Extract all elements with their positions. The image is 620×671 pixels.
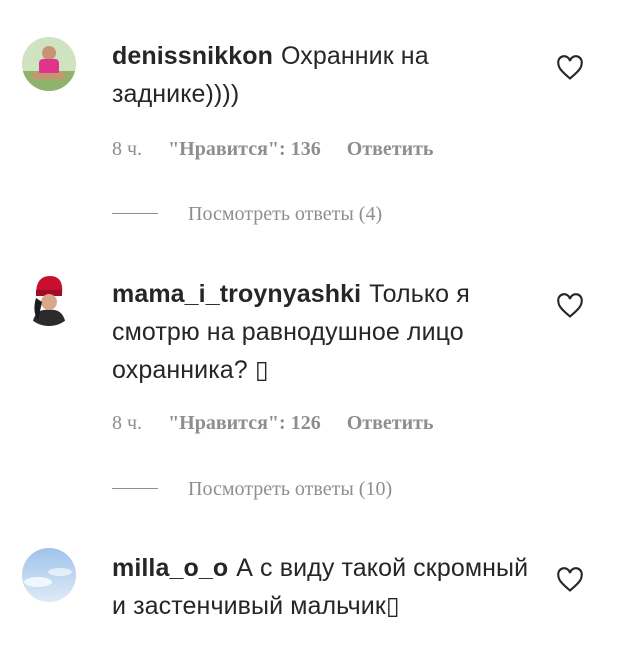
reply-button[interactable]: Ответить — [347, 412, 434, 434]
avatar[interactable] — [22, 548, 76, 602]
replies-divider — [112, 212, 158, 214]
comment-text-block: mama_i_troynyashki Только я смотрю на рав… — [112, 275, 532, 389]
comment-meta: 8 ч. "Нравится": 126 Ответить — [112, 412, 434, 435]
comment-username[interactable]: denissnikkon — [112, 42, 273, 70]
avatar-image — [22, 37, 76, 91]
comment-username[interactable]: mama_i_troynyashki — [112, 280, 361, 308]
avatar[interactable] — [22, 37, 76, 91]
replies-divider — [112, 487, 158, 489]
comment-text-block: milla_o_o А с виду такой скромный и засте… — [112, 549, 532, 625]
comment-text-block: denissnikkon Охранник на заднике)))) — [112, 37, 532, 113]
view-replies-button[interactable]: Посмотреть ответы (10) — [112, 478, 392, 501]
comment-username[interactable]: milla_o_o — [112, 554, 228, 582]
avatar-image — [22, 272, 76, 326]
view-replies-label[interactable]: Посмотреть ответы (4) — [188, 203, 382, 225]
like-heart-icon[interactable] — [556, 55, 584, 81]
comment-time: 8 ч. — [112, 138, 143, 160]
like-heart-icon[interactable] — [556, 567, 584, 593]
comment-meta: 8 ч. "Нравится": 136 Ответить — [112, 138, 434, 161]
comment-likes[interactable]: "Нравится": 126 — [168, 412, 321, 434]
like-heart-icon[interactable] — [556, 293, 584, 319]
reply-button[interactable]: Ответить — [347, 138, 434, 160]
comment-likes[interactable]: "Нравится": 136 — [168, 138, 321, 160]
avatar-image — [22, 548, 76, 602]
view-replies-label[interactable]: Посмотреть ответы (10) — [188, 478, 392, 500]
view-replies-button[interactable]: Посмотреть ответы (4) — [112, 203, 382, 226]
avatar[interactable] — [22, 272, 76, 326]
comment-time: 8 ч. — [112, 412, 143, 434]
